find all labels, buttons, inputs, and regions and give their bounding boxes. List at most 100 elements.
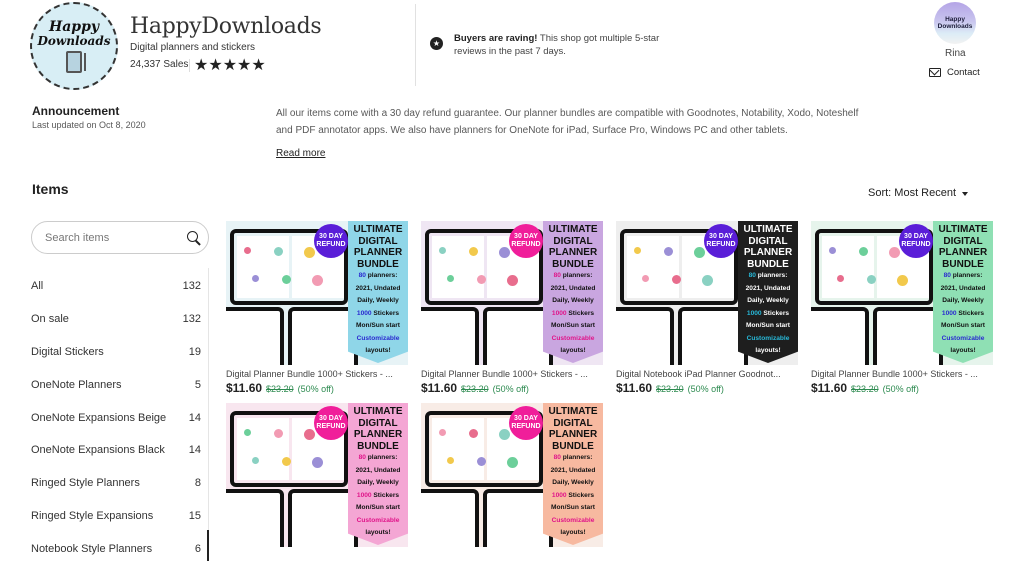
listing-thumbnail[interactable]: 30 DAY REFUND ULTIMATE DIGITAL PLANNER BU… [616,221,798,365]
sticker-graphic [274,247,283,256]
sticker-graphic [867,275,876,284]
read-more-link[interactable]: Read more [276,148,325,159]
sticker-graphic [477,275,486,284]
banner-title: BUNDLE [942,258,984,270]
category-item-digital-stickers[interactable]: Digital Stickers 19 [31,336,201,369]
search-input[interactable] [45,231,187,244]
tablet-mockup-small [288,489,358,547]
raving-headline: Buyers are raving! [454,33,538,44]
category-scrollbar-thumb[interactable] [207,530,209,561]
contact-label: Contact [947,67,980,78]
sticker-graphic [664,247,673,256]
sort-dropdown[interactable]: Sort: Most Recent [868,187,969,199]
category-item-onenote-expansions-beige[interactable]: OneNote Expansions Beige 14 [31,401,201,434]
listing-title[interactable]: Digital Planner Bundle 1000+ Stickers - … [421,369,603,379]
sticker-graphic [837,275,844,282]
listing-title[interactable]: Digital Planner Bundle 1000+ Stickers - … [226,369,408,379]
banner-line: 1000 Stickers [941,309,985,317]
owner-name[interactable]: Rina [945,48,966,59]
sticker-graphic [252,275,259,282]
category-count: 19 [188,345,201,358]
banner-line: Customizable [941,334,985,342]
listing-thumbnail[interactable]: 30 DAY REFUND ULTIMATE DIGITAL PLANNER BU… [226,403,408,547]
category-item-all[interactable]: All 132 [31,270,201,303]
listing-grid: 30 DAY REFUND ULTIMATE DIGITAL PLANNER BU… [226,221,1006,547]
banner-line: 1000 Stickers [551,491,595,499]
banner-title: ULTIMATE [548,406,598,417]
listing-card[interactable]: 30 DAY REFUND ULTIMATE DIGITAL PLANNER BU… [811,221,993,395]
refund-badge: 30 DAY REFUND [314,406,348,440]
category-item-on-sale[interactable]: On sale 132 [31,303,201,336]
listing-thumbnail[interactable]: 30 DAY REFUND ULTIMATE DIGITAL PLANNER BU… [226,221,408,365]
listing-card[interactable]: 30 DAY REFUND ULTIMATE DIGITAL PLANNER BU… [226,221,408,395]
promo-banner: ULTIMATE DIGITAL PLANNER BUNDLE 80 plann… [543,221,603,363]
category-item-onenote-expansions-black[interactable]: OneNote Expansions Black 14 [31,434,201,467]
banner-title: DIGITAL [358,235,398,247]
banner-line: Mon/Sun start [551,504,595,511]
category-label: OneNote Expansions Black [31,444,165,457]
banner-title: DIGITAL [748,235,788,247]
listing-card[interactable]: 30 DAY REFUND ULTIMATE DIGITAL PLANNER BU… [421,403,603,547]
listing-thumbnail[interactable]: 30 DAY REFUND ULTIMATE DIGITAL PLANNER BU… [811,221,993,365]
listing-thumbnail[interactable]: 30 DAY REFUND ULTIMATE DIGITAL PLANNER BU… [421,221,603,365]
tablet-mockup-small [483,489,553,547]
sale-price: $11.60 [226,381,263,395]
refund-badge-text: 30 DAY REFUND [511,415,541,430]
sticker-graphic [469,429,478,438]
sticker-graphic [499,247,510,258]
banner-line: Daily, Weekly [942,297,984,304]
banner-line: 80 planners: [553,454,593,461]
listing-card[interactable]: 30 DAY REFUND ULTIMATE DIGITAL PLANNER BU… [421,221,603,395]
listing-card[interactable]: 30 DAY REFUND ULTIMATE DIGITAL PLANNER BU… [226,403,408,547]
announcement-body: All our items come with a 30 day refund … [276,108,859,136]
banner-line: 2021, Undated [940,284,986,292]
listing-card[interactable]: 30 DAY REFUND ULTIMATE DIGITAL PLANNER BU… [616,221,798,395]
star-rating[interactable]: ★★★★★ [194,55,266,75]
banner-line: 2021, Undated [355,284,401,292]
category-count: 14 [188,444,201,457]
sticker-graphic [304,247,315,258]
banner-line: layouts! [365,347,391,354]
tablet-mockup-small [873,307,943,365]
owner-avatar-text-line2: Downloads [937,23,973,30]
category-item-ringed-style-expansions[interactable]: Ringed Style Expansions 15 [31,500,201,533]
tablet-mockup-small [678,307,748,365]
banner-line: Daily, Weekly [552,297,594,304]
banner-title: ULTIMATE [938,224,988,235]
banner-line: Customizable [551,516,595,524]
sticker-graphic [889,247,900,258]
refund-badge-text: 30 DAY REFUND [511,233,541,248]
original-price: $23.20 [851,384,879,394]
price-row: $11.60 $23.20 (50% off) [421,381,603,395]
banner-line: layouts! [950,347,976,354]
owner-avatar-text-line1: Happy [945,16,965,23]
refund-badge: 30 DAY REFUND [509,406,543,440]
sale-price: $11.60 [616,381,653,395]
sticker-graphic [447,275,454,282]
banner-line: Mon/Sun start [356,322,400,329]
shop-logo-text-line1: Happy [48,18,99,35]
sticker-graphic [829,247,836,254]
listing-thumbnail[interactable]: 30 DAY REFUND ULTIMATE DIGITAL PLANNER BU… [421,403,603,547]
category-count: 15 [188,509,201,522]
promo-banner: ULTIMATE DIGITAL PLANNER BUNDLE 80 plann… [933,221,993,363]
category-label: Digital Stickers [31,345,104,358]
category-item-ringed-style-planners[interactable]: Ringed Style Planners 8 [31,467,201,500]
category-label: On sale [31,313,69,326]
category-item-notebook-style-planners[interactable]: Notebook Style Planners 6 [31,532,201,561]
contact-button[interactable]: Contact [929,67,980,78]
banner-line: 1000 Stickers [551,309,595,317]
banner-line: 80 planners: [358,454,398,461]
sticker-graphic [282,275,291,284]
owner-avatar[interactable]: Happy Downloads [934,2,976,44]
category-scrollbar-track[interactable] [208,268,209,561]
search-icon[interactable] [187,230,198,245]
category-item-onenote-planners[interactable]: OneNote Planners 5 [31,368,201,401]
listing-title[interactable]: Digital Planner Bundle 1000+ Stickers - … [811,369,993,379]
sticker-graphic [244,247,251,254]
banner-line: 1000 Stickers [356,309,400,317]
sticker-graphic [702,275,713,286]
banner-line: Mon/Sun start [356,504,400,511]
shop-sales-count: 24,337 Sales [130,59,189,70]
listing-title[interactable]: Digital Notebook iPad Planner Goodnot... [616,369,798,379]
